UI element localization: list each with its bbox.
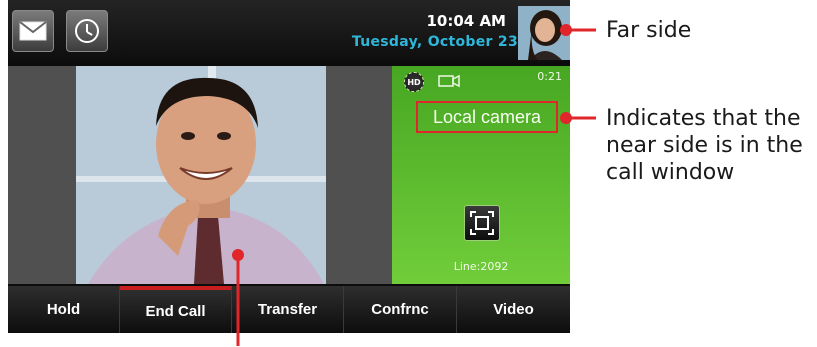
callout-far-side: Far side xyxy=(606,18,692,43)
callout-near-side: Indicates that the near side is in the c… xyxy=(606,106,803,185)
